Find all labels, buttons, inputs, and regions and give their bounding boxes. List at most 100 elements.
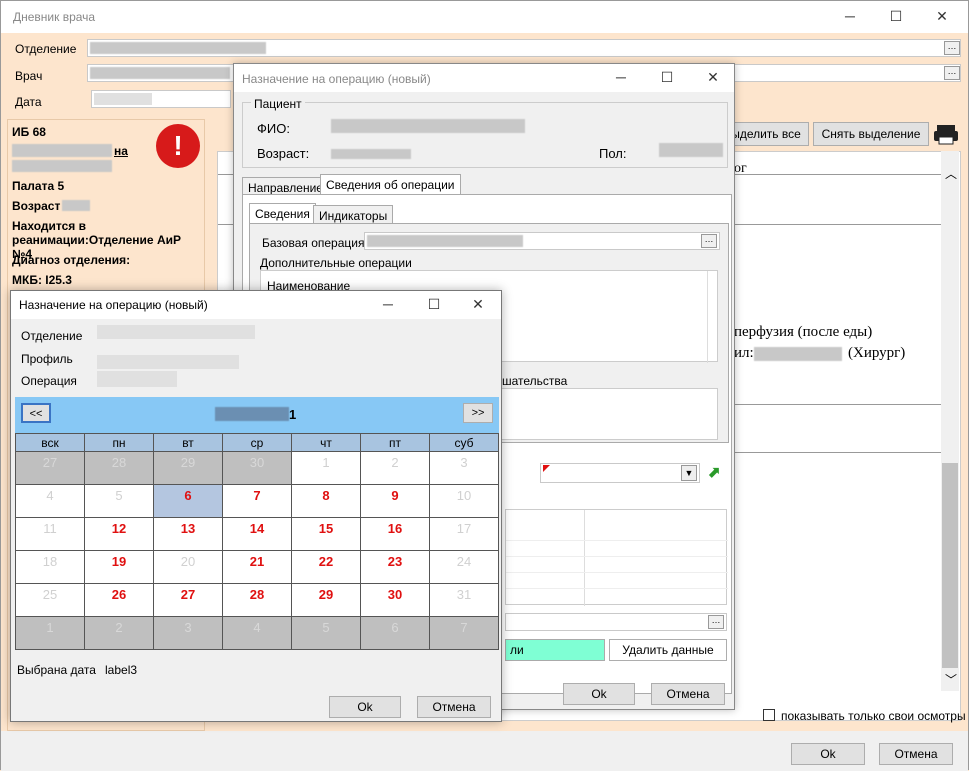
weekday-header: чт — [291, 433, 361, 452]
tab-op-info[interactable]: Сведения об операции — [320, 174, 461, 195]
calendar-day[interactable]: 21 — [222, 550, 292, 584]
doc-fragment-1: ог — [734, 161, 747, 176]
calendar-day[interactable]: 23 — [360, 550, 430, 584]
calendar-day: 5 — [291, 616, 361, 650]
doc-fragment-2: перфузия (после еды) — [734, 324, 873, 340]
main-ok-button[interactable]: Ok — [791, 743, 865, 765]
next-month-button[interactable]: >> — [463, 403, 493, 423]
op-maximize-icon[interactable]: ☐ — [652, 66, 682, 88]
calendar-day[interactable]: 27 — [153, 583, 223, 617]
cal-cancel-button[interactable]: Отмена — [417, 696, 491, 718]
weekday-header: пн — [84, 433, 154, 452]
department-field[interactable]: … — [87, 39, 961, 57]
patient-group-label: Пациент — [251, 97, 305, 111]
document-scrollbar[interactable]: ︿ ﹀ — [941, 151, 959, 691]
calendar-day-selected[interactable]: 6 — [153, 484, 223, 518]
scroll-down-icon[interactable]: ﹀ — [945, 671, 957, 688]
calendar-day[interactable]: 14 — [222, 517, 292, 551]
calendar-day[interactable]: 12 — [84, 517, 154, 551]
extra-ops-label: Дополнительные операции — [260, 256, 412, 270]
op-ok-button[interactable]: Ok — [563, 683, 635, 705]
lower-grid[interactable] — [505, 509, 728, 606]
patient-mkb: МКБ: I25.3 — [12, 273, 72, 287]
green-arrow-icon[interactable]: ⬈ — [708, 463, 726, 481]
patient-ib: ИБ 68 — [12, 125, 46, 139]
patient-group: Пациент ФИО: Возраст: Пол: — [242, 97, 728, 168]
doctor-dots-button[interactable]: … — [944, 66, 960, 80]
department-dots-button[interactable]: … — [944, 41, 960, 55]
calendar-day: 4 — [15, 484, 85, 518]
scroll-up-icon[interactable]: ︿ — [945, 165, 957, 182]
date-label: Дата — [15, 95, 42, 109]
cal-maximize-icon[interactable]: ☐ — [419, 293, 449, 315]
calendar-day: 28 — [84, 451, 154, 485]
doctor-label: Врач — [15, 69, 43, 83]
patient-diagnosis-label: Диагноз отделения: — [12, 253, 131, 267]
calendar-day: 5 — [84, 484, 154, 518]
op-close-icon[interactable]: ✕ — [698, 66, 728, 88]
date-field[interactable] — [91, 90, 231, 108]
green-button[interactable]: ли — [505, 639, 605, 661]
calendar-day: 18 — [15, 550, 85, 584]
weekday-header: суб — [429, 433, 499, 452]
calendar-day: 1 — [15, 616, 85, 650]
op-cancel-button[interactable]: Отмена — [651, 683, 725, 705]
calendar-day: 27 — [15, 451, 85, 485]
calendar-day[interactable]: 16 — [360, 517, 430, 551]
calendar-day: 31 — [429, 583, 499, 617]
month-label: 1 — [289, 407, 297, 422]
deselect-button[interactable]: Снять выделение — [813, 122, 929, 146]
intervention-field[interactable] — [500, 388, 718, 440]
doc-fragment-4: (Хирург) — [848, 345, 906, 361]
calendar-day[interactable]: 15 — [291, 517, 361, 551]
calendar-day: 1 — [291, 451, 361, 485]
cal-close-icon[interactable]: ✕ — [463, 293, 493, 315]
calendar-day[interactable]: 30 — [360, 583, 430, 617]
calendar-day[interactable]: 9 — [360, 484, 430, 518]
show-own-checkbox[interactable] — [763, 709, 775, 721]
calendar-day: 29 — [153, 451, 223, 485]
lower-dots-button[interactable]: … — [708, 615, 724, 629]
calendar-day[interactable]: 26 — [84, 583, 154, 617]
calendar-day: 3 — [429, 451, 499, 485]
main-cancel-button[interactable]: Отмена — [879, 743, 953, 765]
calendar-day[interactable]: 19 — [84, 550, 154, 584]
calendar-day[interactable]: 8 — [291, 484, 361, 518]
age-label: Возраст: — [257, 146, 310, 161]
close-icon[interactable]: ✕ — [927, 5, 957, 27]
calendar-day: 17 — [429, 517, 499, 551]
main-title: Дневник врача — [13, 10, 96, 24]
printer-icon[interactable] — [931, 122, 961, 146]
calendar-day[interactable]: 13 — [153, 517, 223, 551]
base-op-dots-button[interactable]: … — [701, 234, 717, 248]
cal-profile-label: Профиль — [21, 352, 73, 366]
calendar-day[interactable]: 22 — [291, 550, 361, 584]
calendar-day[interactable]: 28 — [222, 583, 292, 617]
cal-dialog: Назначение на операцию (новый) ─ ☐ ✕ Отд… — [10, 290, 502, 722]
cal-ok-button[interactable]: Ok — [329, 696, 401, 718]
minimize-icon[interactable]: ─ — [835, 5, 865, 27]
calendar-day[interactable]: 29 — [291, 583, 361, 617]
prev-month-button[interactable]: << — [21, 403, 51, 423]
cal-minimize-icon[interactable]: ─ — [373, 293, 403, 315]
calendar-day: 25 — [15, 583, 85, 617]
lower-field[interactable]: … — [505, 613, 727, 631]
scroll-thumb[interactable] — [942, 463, 958, 668]
status-combobox[interactable]: ▼ — [540, 463, 700, 483]
maximize-icon[interactable]: ☐ — [881, 5, 911, 27]
main-titlebar: Дневник врача ─ ☐ ✕ — [1, 1, 968, 33]
subtab-info[interactable]: Сведения — [249, 203, 316, 224]
delete-data-button[interactable]: Удалить данные — [609, 639, 727, 661]
selected-date-label: Выбрана дата — [17, 663, 96, 677]
op-minimize-icon[interactable]: ─ — [606, 66, 636, 88]
calendar-day: 4 — [222, 616, 292, 650]
dropdown-arrow-icon[interactable]: ▼ — [681, 465, 697, 481]
cal-titlebar: Назначение на операцию (новый) ─ ☐ ✕ — [11, 291, 501, 319]
month-header: << 1 >> — [15, 397, 499, 433]
cal-department-label: Отделение — [21, 329, 83, 343]
base-op-field[interactable]: … — [364, 232, 720, 250]
calendar-day: 3 — [153, 616, 223, 650]
patient-name-tail: на — [114, 144, 128, 158]
calendar-day[interactable]: 7 — [222, 484, 292, 518]
op-titlebar: Назначение на операцию (новый) ─ ☐ ✕ — [234, 64, 734, 92]
